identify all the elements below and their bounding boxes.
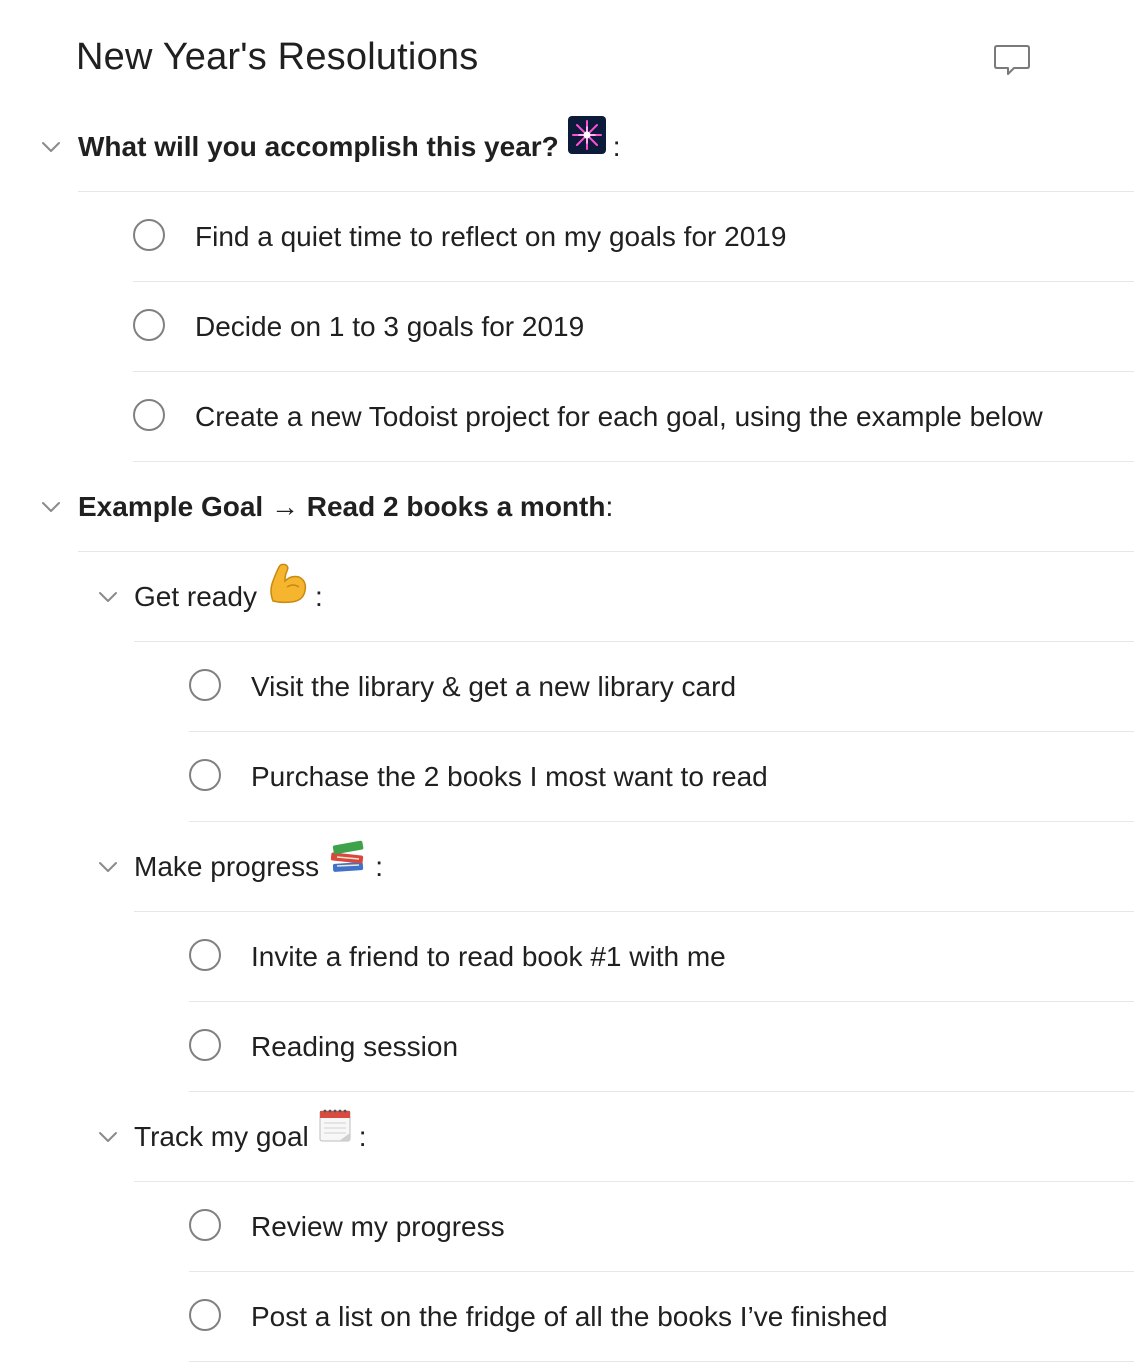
task-checkbox[interactable] [189, 759, 221, 791]
task-checkbox[interactable] [189, 1299, 221, 1331]
task-row[interactable]: Create a new Todoist project for each go… [133, 372, 1134, 462]
section-title: What will you accomplish this year?: [78, 102, 621, 194]
subsection-colon: : [314, 581, 323, 612]
task-content[interactable]: Invite a friend to read book #1 with me [251, 912, 726, 1002]
task-checkbox[interactable] [189, 1029, 221, 1061]
task-content[interactable]: Decide on 1 to 3 goals for 2019 [195, 282, 584, 372]
task-checkbox[interactable] [133, 309, 165, 341]
task-content[interactable]: Reading session [251, 1002, 458, 1092]
task-row[interactable]: Visit the library & get a new library ca… [189, 642, 1134, 732]
chevron-down-icon[interactable] [95, 584, 121, 610]
spiral-calendar-icon [317, 1091, 353, 1181]
section-header-accomplish[interactable]: What will you accomplish this year?: [42, 102, 1134, 194]
task-content[interactable]: Visit the library & get a new library ca… [251, 642, 736, 732]
task-content[interactable]: Post a list on the fridge of all the boo… [251, 1272, 888, 1362]
subsection-title-text: Make progress [134, 851, 320, 882]
subsection-title-text: Track my goal [134, 1121, 309, 1152]
task-row[interactable]: Post a list on the fridge of all the boo… [189, 1272, 1134, 1362]
task-row[interactable]: Review my progress [189, 1182, 1134, 1272]
section-colon: : [612, 131, 621, 162]
flexed-biceps-icon [265, 551, 309, 641]
task-row[interactable]: Reading session [189, 1002, 1134, 1092]
subsection-header-get-ready[interactable]: Get ready: [99, 552, 1134, 644]
subsection-colon: : [375, 851, 383, 882]
subsection-title: Make progress: [134, 822, 383, 914]
task-checkbox[interactable] [189, 669, 221, 701]
subsection-header-make-progress[interactable]: Make progress: [99, 822, 1134, 914]
comment-button[interactable] [990, 40, 1034, 80]
task-row[interactable]: Find a quiet time to reflect on my goals… [133, 192, 1134, 282]
task-row[interactable]: Decide on 1 to 3 goals for 2019 [133, 282, 1134, 372]
section-colon: : [605, 491, 614, 522]
task-checkbox[interactable] [133, 219, 165, 251]
subsection-title: Track my goal: [134, 1092, 367, 1184]
project-header: New Year's Resolutions [0, 0, 1134, 110]
subsection-colon: : [358, 1121, 367, 1152]
section-title-text: What will you accomplish this year? [78, 131, 559, 162]
project-title: New Year's Resolutions [76, 36, 479, 78]
subsection-title-text: Get ready [134, 581, 257, 612]
task-checkbox[interactable] [189, 939, 221, 971]
subsection-title: Get ready: [134, 552, 323, 644]
section-header-example-goal[interactable]: Example Goal → Read 2 books a month: [42, 462, 1134, 552]
task-content[interactable]: Find a quiet time to reflect on my goals… [195, 192, 786, 282]
task-row[interactable]: Purchase the 2 books I most want to read [189, 732, 1134, 822]
task-content[interactable]: Create a new Todoist project for each go… [195, 372, 1043, 462]
section-title: Example Goal → Read 2 books a month: [78, 462, 613, 552]
section-title-text: Example Goal → Read 2 books a month [78, 491, 606, 522]
chevron-down-icon[interactable] [38, 134, 64, 160]
chevron-down-icon[interactable] [95, 854, 121, 880]
books-icon [327, 821, 369, 911]
chevron-down-icon[interactable] [38, 494, 64, 520]
task-checkbox[interactable] [189, 1209, 221, 1241]
task-content[interactable]: Review my progress [251, 1182, 505, 1272]
task-row[interactable]: Invite a friend to read book #1 with me [189, 912, 1134, 1002]
chevron-down-icon[interactable] [95, 1124, 121, 1150]
subsection-header-track-goal[interactable]: Track my goal: [99, 1092, 1134, 1184]
task-content[interactable]: Purchase the 2 books I most want to read [251, 732, 768, 822]
comment-icon [994, 45, 1030, 75]
fireworks-icon [567, 101, 607, 191]
task-checkbox[interactable] [133, 399, 165, 431]
